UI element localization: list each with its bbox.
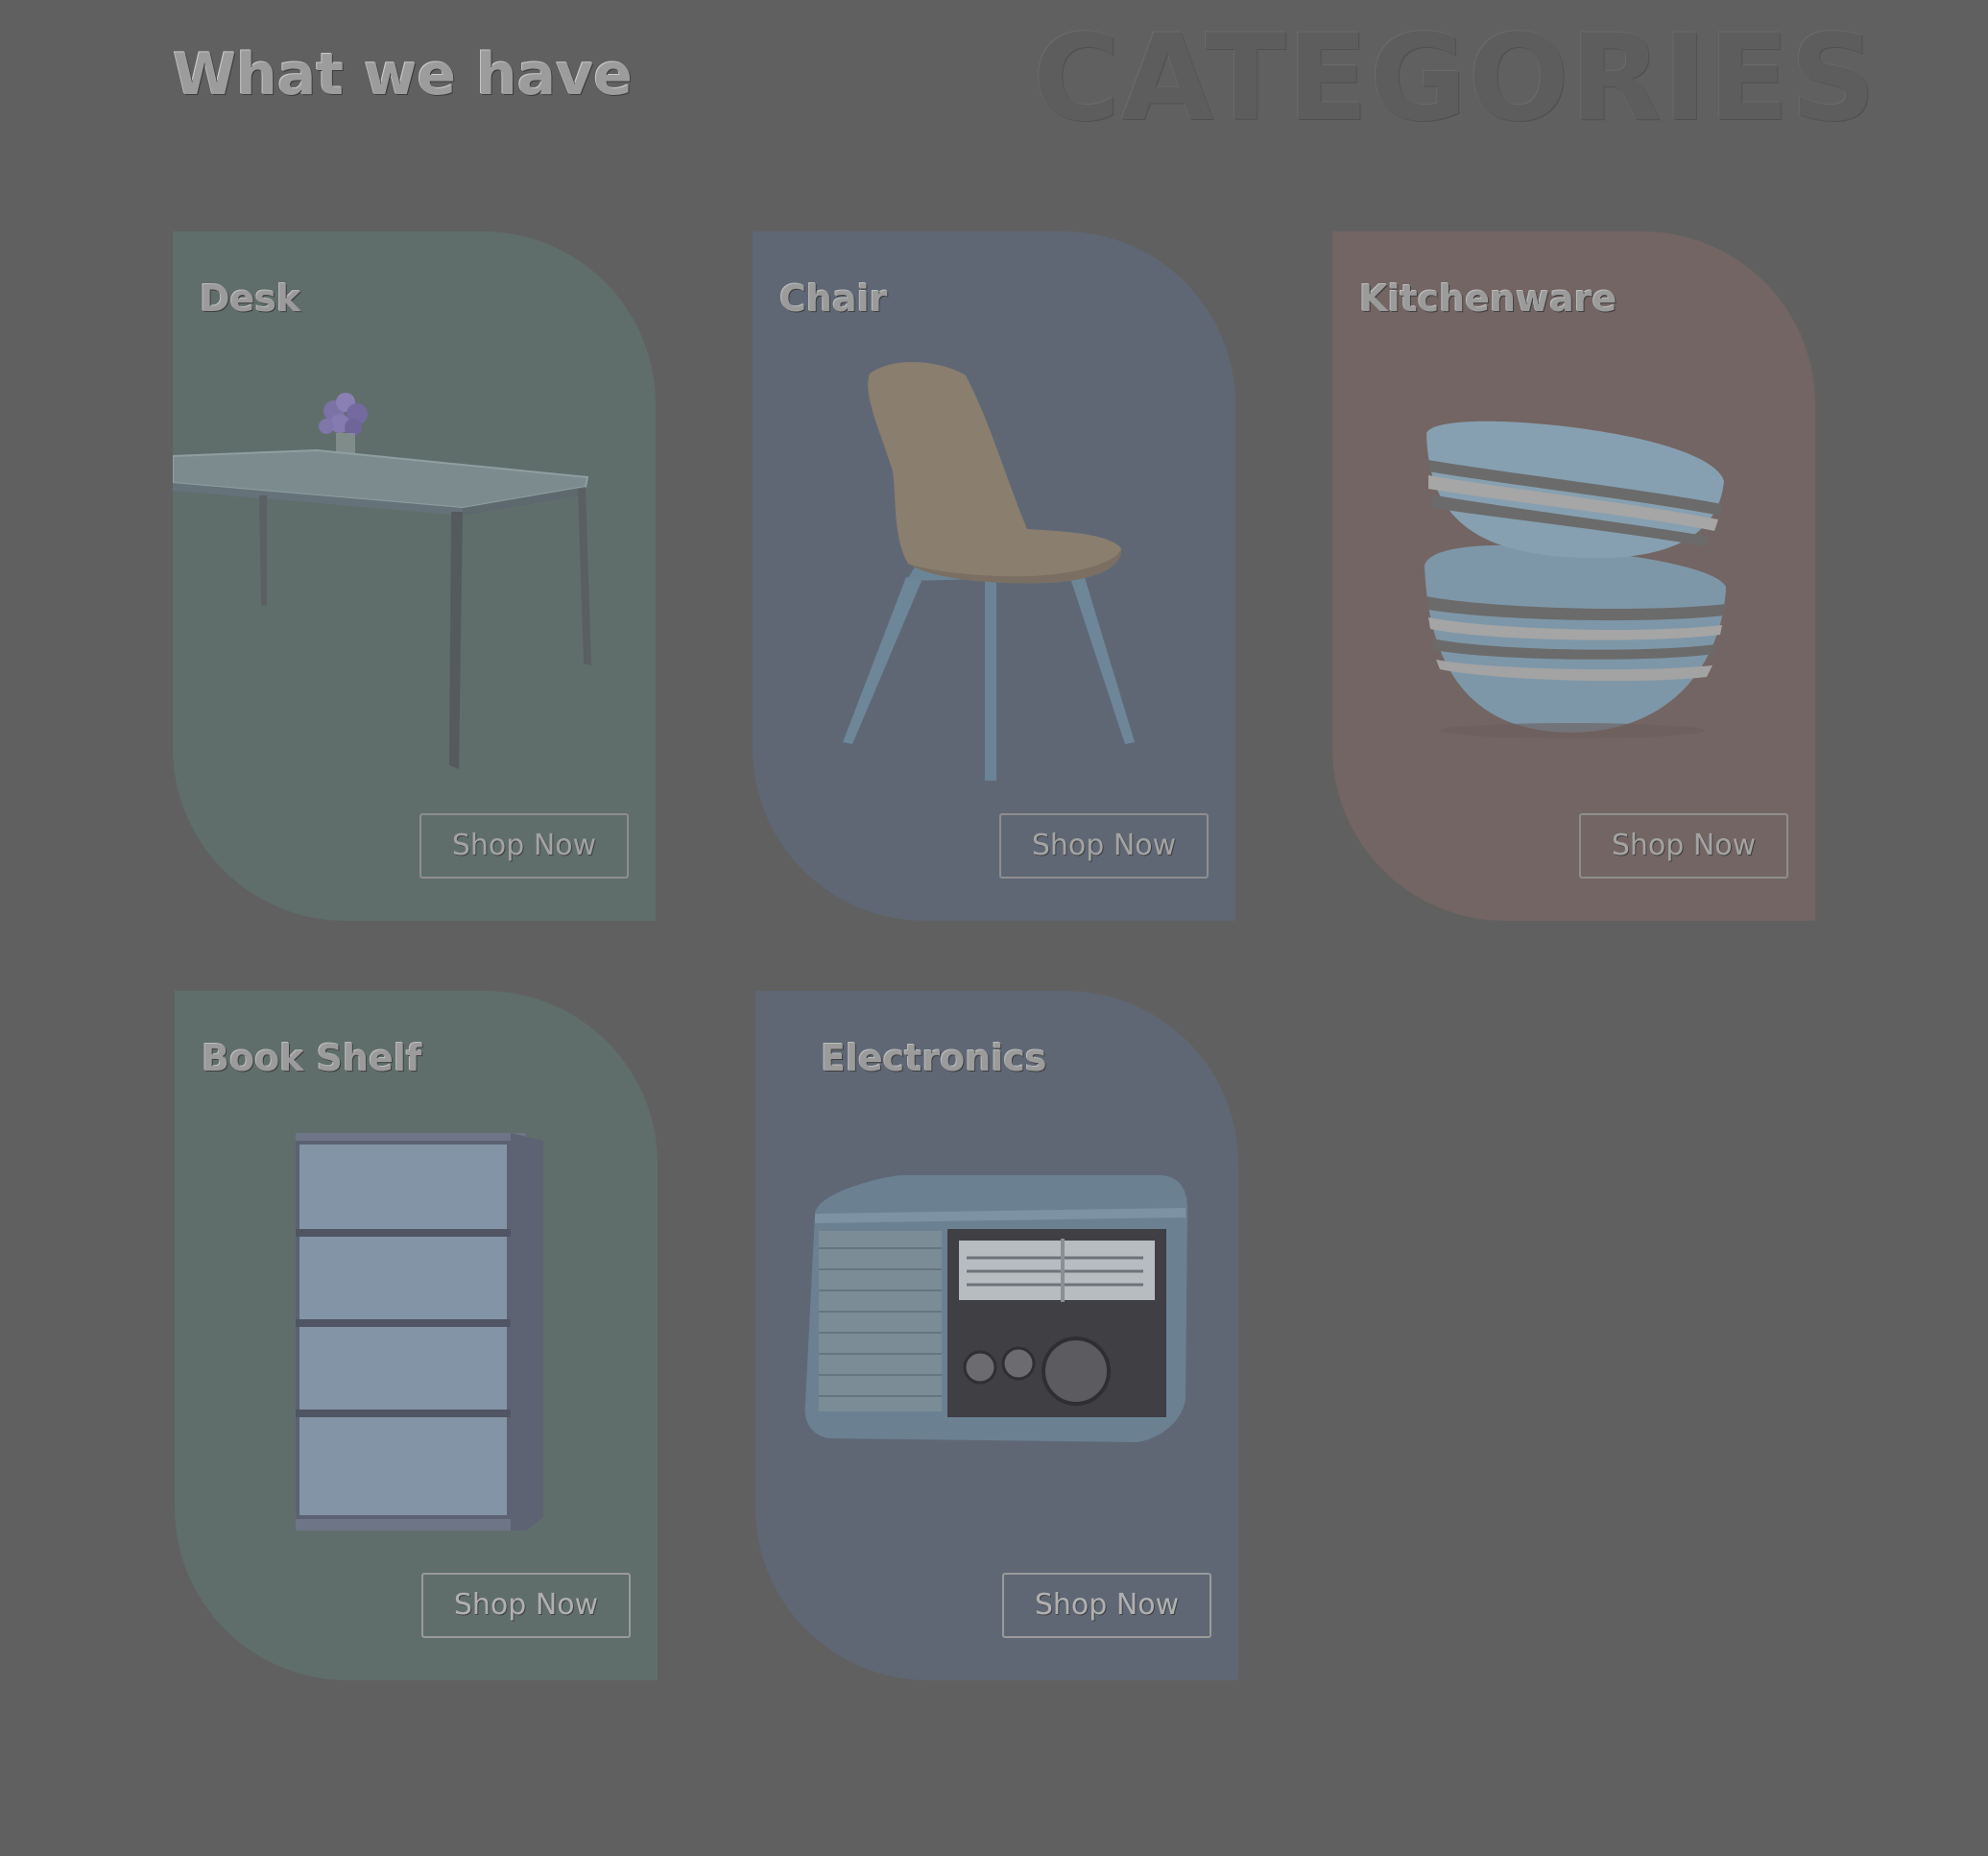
categories-page: What we have CATEGORIES Desk Shop Now Ch…	[0, 0, 1988, 1856]
category-card-book-shelf[interactable]: Book Shelf Shop Now	[175, 991, 658, 1680]
shop-now-button-chair[interactable]: Shop Now	[999, 813, 1209, 879]
category-card-electronics[interactable]: Electronics Shop Now	[755, 991, 1238, 1680]
category-title: Book Shelf	[202, 1037, 422, 1079]
shop-now-button-kitchenware[interactable]: Shop Now	[1579, 813, 1788, 879]
category-card-chair[interactable]: Chair Shop Now	[753, 231, 1235, 921]
shop-now-button-electronics[interactable]: Shop Now	[1002, 1573, 1211, 1638]
category-card-kitchenware[interactable]: Kitchenware Shop Now	[1332, 231, 1815, 921]
category-title: Chair	[779, 277, 888, 320]
shop-now-button-book-shelf[interactable]: Shop Now	[421, 1573, 631, 1638]
category-title: Desk	[200, 277, 301, 320]
category-title: Electronics	[821, 1037, 1047, 1079]
shop-now-button-desk[interactable]: Shop Now	[419, 813, 629, 879]
categories-watermark: CATEGORIES	[1033, 10, 1878, 148]
section-heading: What we have	[173, 41, 633, 108]
category-title: Kitchenware	[1359, 277, 1617, 320]
category-card-desk[interactable]: Desk Shop Now	[173, 231, 656, 921]
